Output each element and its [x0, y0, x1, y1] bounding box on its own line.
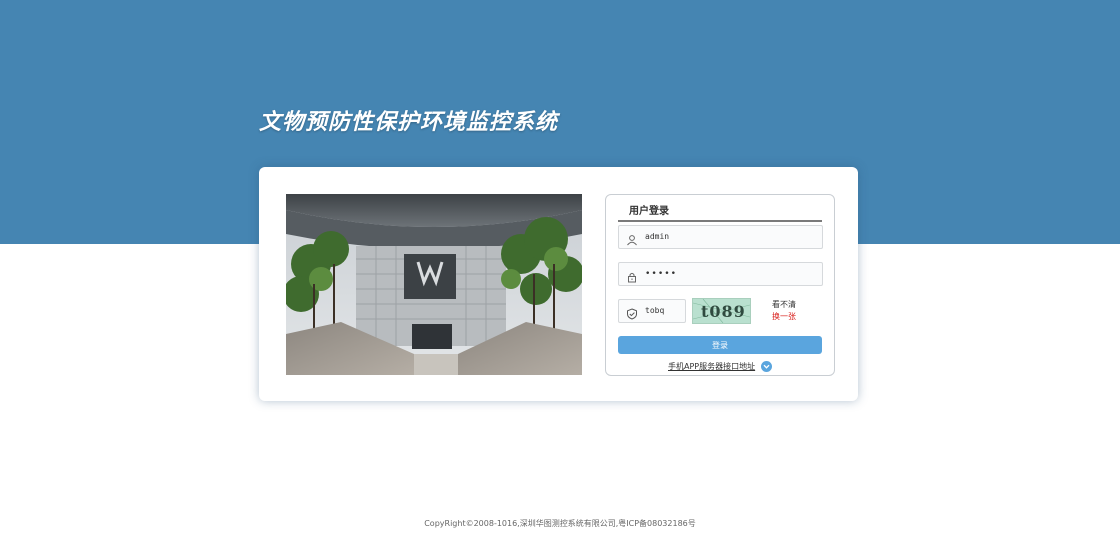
- page-title: 文物预防性保护环境监控系统: [259, 110, 559, 135]
- chevron-down-icon[interactable]: [761, 361, 772, 372]
- shield-icon: [626, 305, 638, 320]
- tab-user-login-label: 用户登录: [629, 206, 669, 217]
- login-card: 用户登录 admin ••••• tobq t089 看不清 换一张 登录 手机…: [259, 167, 858, 401]
- user-icon: [626, 231, 638, 246]
- tab-user-login[interactable]: 用户登录: [618, 203, 822, 222]
- password-input[interactable]: [645, 266, 815, 281]
- museum-photo: [286, 194, 582, 375]
- login-button[interactable]: 登录: [618, 336, 822, 354]
- username-field-wrapper: [618, 225, 823, 249]
- captcha-image[interactable]: t089: [692, 298, 751, 324]
- lock-icon: [626, 268, 638, 283]
- captcha-unclear-label: 看不清: [772, 300, 796, 309]
- footer-copyright: CopyRight©2008-1016,深圳华图测控系统有限公司,粤ICP备08…: [424, 519, 696, 528]
- captcha-field-wrapper: [618, 299, 686, 323]
- captcha-image-text: t089: [701, 302, 746, 321]
- captcha-refresh-link[interactable]: 换一张: [772, 311, 796, 323]
- password-field-wrapper: [618, 262, 823, 286]
- captcha-help: 看不清 换一张: [772, 299, 796, 323]
- captcha-input[interactable]: [645, 303, 681, 318]
- username-input[interactable]: [645, 229, 815, 244]
- app-server-link[interactable]: 手机APP服务器接口地址: [668, 361, 755, 372]
- login-form: 用户登录 admin ••••• tobq t089 看不清 换一张 登录 手机…: [605, 194, 835, 376]
